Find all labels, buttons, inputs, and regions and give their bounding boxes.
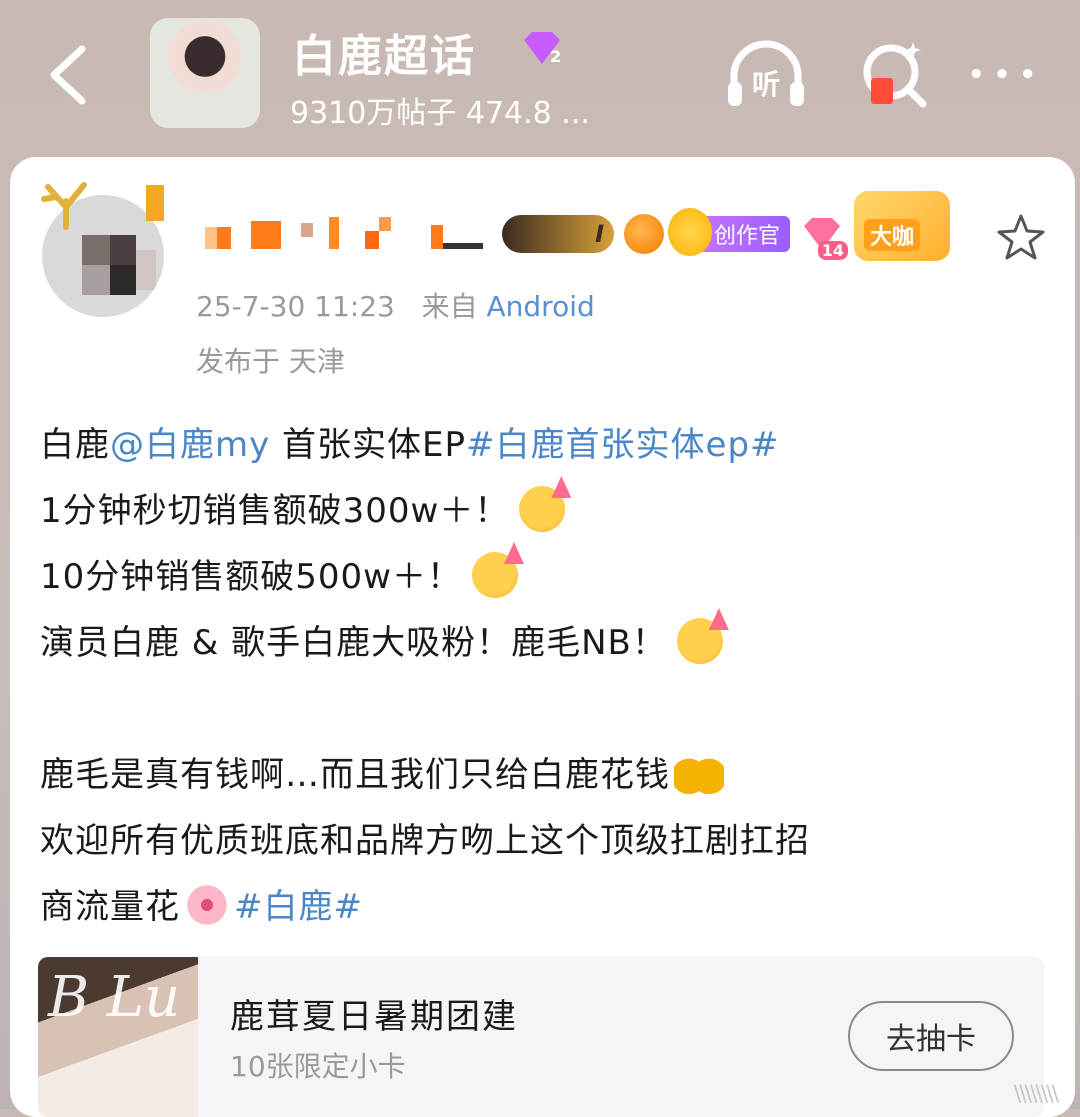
party-face-emoji-icon (471, 552, 518, 598)
text: 10分钟销售额破500w＋！ (40, 557, 462, 597)
user-badges: I 创作官 14 大咖 (502, 191, 951, 261)
username-pixelated[interactable] (205, 217, 495, 265)
creator-label: 创作官 (714, 224, 781, 249)
hashtag-link[interactable]: #白鹿首张实体ep# (466, 425, 779, 465)
post-source[interactable]: Android (487, 290, 595, 323)
fish-badge[interactable] (624, 214, 664, 254)
avatar-frame-decoration (146, 185, 164, 221)
thumbnail-text: B Lu (48, 965, 181, 1030)
pixelated-username (205, 217, 483, 249)
search-redpacket-icon (863, 42, 927, 108)
gem-level: 14 (817, 241, 849, 260)
text: 白鹿 (40, 425, 110, 465)
post-line: 10分钟销售额破500w＋！ (40, 544, 1050, 610)
topic-avatar[interactable] (150, 18, 260, 128)
mention-link[interactable]: @白鹿my (110, 425, 270, 465)
party-face-emoji-icon (519, 486, 566, 532)
watermark: \\\\\\\\ (1013, 1082, 1059, 1107)
post-card: I 创作官 14 大咖 25-7-30 11:23 来自 Android 发布于… (10, 157, 1075, 1117)
post-line: 鹿毛是真有钱啊…而且我们只给白鹿花钱 (40, 742, 1050, 808)
listen-label: 听 (752, 68, 780, 101)
text: 商流量花 (40, 887, 180, 927)
diamond-icon: 2 (524, 32, 561, 66)
post-line-blank (40, 676, 1050, 742)
raised-hands-emoji-icon (674, 750, 724, 794)
favorite-button[interactable] (995, 212, 1047, 264)
post-meta: 25-7-30 11:23 来自 Android (196, 285, 595, 325)
more-button[interactable]: • • • (960, 38, 1044, 112)
creator-icon (668, 208, 712, 256)
listen-button[interactable]: 听 (724, 38, 808, 112)
level-number: 2 (550, 47, 561, 66)
party-face-emoji-icon (676, 618, 723, 664)
star-icon (997, 214, 1045, 260)
cherry-blossom-emoji-icon (184, 882, 230, 928)
big-shot-badge[interactable]: 大咖 (854, 191, 951, 261)
activity-subtitle: 10张限定小卡 (230, 1050, 406, 1083)
draw-card-button[interactable]: 去抽卡 (848, 1001, 1014, 1071)
post-line: 白鹿@白鹿my 首张实体EP#白鹿首张实体ep# (40, 412, 1050, 478)
big-shot-label: 大咖 (864, 219, 921, 251)
text: 1分钟秒切销售额破300w＋！ (40, 491, 510, 531)
headphones-icon: 听 (728, 40, 804, 106)
text: 欢迎所有优质班底和品牌方吻上这个顶级扛剧扛招 (40, 821, 810, 861)
creator-badge[interactable]: 创作官 (668, 208, 791, 256)
source-prefix: 来自 (421, 290, 478, 323)
search-button[interactable] (852, 38, 936, 112)
back-button[interactable] (38, 40, 98, 110)
post-line: 商流量花 #白鹿# (40, 874, 1050, 940)
topic-header: 白鹿超话 2 9310万帖子 474.8 ... 听 • • • (0, 0, 1080, 160)
crown-level-badge[interactable]: I (502, 215, 614, 253)
chevron-left-icon (50, 45, 86, 105)
activity-thumbnail: B Lu (38, 957, 198, 1117)
activity-card[interactable]: B Lu 鹿茸夏日暑期团建 10张限定小卡 去抽卡 (38, 957, 1044, 1117)
post-line: 1分钟秒切销售额破300w＋！ (40, 478, 1050, 544)
text: 首张实体EP (270, 425, 467, 465)
level-badge: 2 (518, 28, 566, 68)
post-location: 发布于 天津 (196, 345, 345, 378)
topic-stats: 9310万帖子 474.8 ... (290, 96, 590, 131)
post-line: 欢迎所有优质班底和品牌方吻上这个顶级扛剧扛招 (40, 808, 1050, 874)
text: 演员白鹿 & 歌手白鹿大吸粉！鹿毛NB！ (40, 623, 667, 663)
post-timestamp: 25-7-30 11:23 (196, 290, 395, 323)
post-body: 白鹿@白鹿my 首张实体EP#白鹿首张实体ep# 1分钟秒切销售额破300w＋！… (40, 412, 1050, 940)
hashtag-link[interactable]: #白鹿# (234, 887, 363, 927)
antler-decoration (41, 182, 87, 230)
post-line: 演员白鹿 & 歌手白鹿大吸粉！鹿毛NB！ (40, 610, 1050, 676)
gem-badge[interactable]: 14 (800, 214, 849, 260)
topic-title[interactable]: 白鹿超话 (292, 20, 476, 84)
activity-title: 鹿茸夏日暑期团建 (230, 997, 518, 1037)
crown-level: I (595, 220, 604, 248)
text: 鹿毛是真有钱啊…而且我们只给白鹿花钱 (40, 755, 670, 795)
